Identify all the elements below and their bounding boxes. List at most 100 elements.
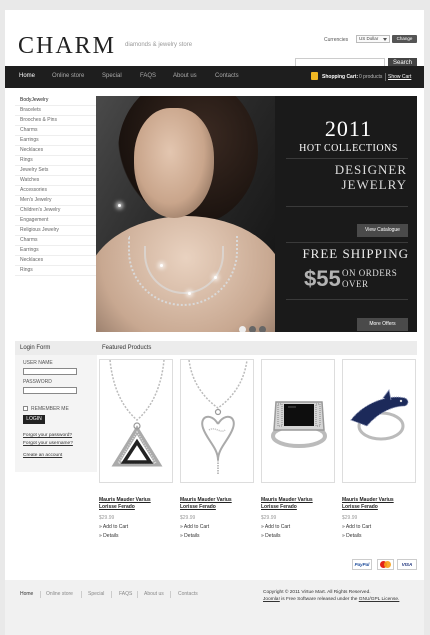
category-item[interactable]: Charms <box>15 236 97 246</box>
category-item[interactable]: Accessories <box>15 186 97 196</box>
add-to-cart-link[interactable]: » Add to Cart <box>180 524 254 530</box>
nav-contacts[interactable]: Contacts <box>215 73 239 79</box>
cart-divider <box>385 73 386 81</box>
remember-me-checkbox[interactable] <box>23 406 28 411</box>
hero-banner: 2011 HOT COLLECTIONS DESIGNER JEWELRY Vi… <box>96 96 417 332</box>
nav-faqs[interactable]: FAQS <box>140 73 156 79</box>
category-list: BodyJewelry Bracelets Brooches & Pins Ch… <box>15 96 97 276</box>
details-link[interactable]: » Details <box>180 533 254 539</box>
more-offers-button[interactable]: More Offers <box>357 318 408 331</box>
heart-pendant-icon[interactable] <box>180 359 254 483</box>
category-item[interactable]: Children's Jewelry <box>15 206 97 216</box>
nav-special[interactable]: Special <box>102 73 122 79</box>
dolphin-ring-icon[interactable] <box>342 359 416 483</box>
change-currency-button[interactable]: Change <box>392 35 417 43</box>
category-item[interactable]: Jewelry Sets <box>15 166 97 176</box>
remember-me-label: REMEMBER ME <box>31 406 69 412</box>
forgot-username-link[interactable]: Forgot your username? <box>23 441 73 446</box>
nav-online-store[interactable]: Online store <box>52 73 84 79</box>
cart-label: Shopping Cart: <box>322 74 359 80</box>
currency-value: US Dollar <box>359 36 379 41</box>
banner-divider <box>286 158 408 159</box>
category-item[interactable]: Earrings <box>15 246 97 256</box>
product-name[interactable]: Mauris Mauder Varius Lorisse Ferado <box>99 497 173 511</box>
logo[interactable]: CHARM <box>18 33 116 60</box>
slider-dot[interactable] <box>259 326 266 332</box>
category-item[interactable]: Rings <box>15 266 97 276</box>
banner-year: 2011 <box>324 116 373 141</box>
joomla-link[interactable]: Joomla! <box>263 597 280 602</box>
create-account-link[interactable]: Create an account <box>23 453 62 458</box>
on-orders-text: ON ORDERS <box>342 268 398 278</box>
category-item[interactable]: Bracelets <box>15 106 97 116</box>
category-item[interactable]: Religious Jewelry <box>15 226 97 236</box>
category-item[interactable]: Earrings <box>15 136 97 146</box>
footer-about-us[interactable]: About us <box>144 591 164 597</box>
username-label: USER NAME <box>23 360 53 366</box>
product-price: $29.99 <box>99 515 115 521</box>
view-catalogue-button[interactable]: View Catalogue <box>357 224 408 237</box>
page: CHARM diamonds & jewelry store Currencie… <box>5 10 424 635</box>
footer-home[interactable]: Home <box>20 591 33 597</box>
category-item[interactable]: Watches <box>15 176 97 186</box>
product-name[interactable]: Mauris Mauder Varius Lorisse Ferado <box>180 497 254 511</box>
currencies-label: Currencies <box>324 37 349 43</box>
nav-about-us[interactable]: About us <box>173 73 197 79</box>
gpl-license-link[interactable]: GNU/GPL License. <box>359 597 400 602</box>
footer-contacts[interactable]: Contacts <box>178 591 198 597</box>
product-price: $29.99 <box>342 515 358 521</box>
add-to-cart-link[interactable]: » Add to Cart <box>99 524 173 530</box>
nav-home[interactable]: Home <box>19 73 35 79</box>
triangle-pendant-icon[interactable] <box>99 359 173 483</box>
currency-select[interactable]: US Dollar <box>356 35 390 43</box>
product-name[interactable]: Mauris Mauder Varius Lorisse Ferado <box>342 497 416 511</box>
ring-icon[interactable] <box>261 359 335 483</box>
category-item[interactable]: Men's Jewelry <box>15 196 97 206</box>
details-link[interactable]: » Details <box>99 533 173 539</box>
username-field[interactable] <box>23 368 77 375</box>
product-price: $29.99 <box>180 515 196 521</box>
login-button[interactable]: LOGIN <box>23 415 45 424</box>
footer-online-store[interactable]: Online store <box>46 591 73 597</box>
category-item[interactable]: Rings <box>15 156 97 166</box>
mastercard-icon <box>377 559 394 570</box>
forgot-password-link[interactable]: Forgot your password? <box>23 433 72 438</box>
visa-icon: VISA <box>397 559 417 570</box>
add-to-cart-link[interactable]: » Add to Cart <box>261 524 335 530</box>
over-text: OVER <box>342 279 369 289</box>
slider-dot[interactable] <box>249 326 256 332</box>
main-nav: Home Online store Special FAQS About us … <box>5 66 424 88</box>
banner-divider <box>286 242 408 243</box>
shopping-bag-icon[interactable] <box>311 72 318 80</box>
login-form: USER NAME PASSWORD REMEMBER ME LOGIN For… <box>15 355 97 472</box>
footer-faqs[interactable]: FAQS <box>119 591 132 597</box>
product-name[interactable]: Mauris Mauder Varius Lorisse Ferado <box>261 497 335 511</box>
login-form-title: Login Form <box>15 341 97 355</box>
add-to-cart-link[interactable]: » Add to Cart <box>342 524 416 530</box>
product-card: Mauris Mauder Varius Lorisse Ferado $29.9… <box>261 359 335 539</box>
shipping-price: $55 <box>304 266 341 291</box>
on-orders-over: ON ORDERS OVER <box>342 268 397 290</box>
category-item[interactable]: Engagement <box>15 216 97 226</box>
free-shipping-heading: FREE SHIPPING <box>302 246 409 261</box>
category-item[interactable]: Necklaces <box>15 256 97 266</box>
copyright-line: Copyright © 2011 Virtue Mart. All Rights… <box>263 590 371 595</box>
details-link[interactable]: » Details <box>342 533 416 539</box>
category-item[interactable]: Necklaces <box>15 146 97 156</box>
category-item[interactable]: Charms <box>15 126 97 136</box>
details-link[interactable]: » Details <box>261 533 335 539</box>
footer-special[interactable]: Special <box>88 591 104 597</box>
banner-designer-jewelry: DESIGNER JEWELRY <box>286 162 407 192</box>
category-item[interactable]: Brooches & Pins <box>15 116 97 126</box>
footer: Home Online store Special FAQS About us … <box>5 580 424 635</box>
banner-hot-collections: HOT COLLECTIONS <box>299 143 398 154</box>
copyright: Copyright © 2011 Virtue Mart. All Rights… <box>263 589 399 603</box>
category-item[interactable]: BodyJewelry <box>15 96 97 106</box>
banner-divider <box>286 206 408 207</box>
slider-dot[interactable] <box>239 326 246 332</box>
banner-designer-line2: JEWELRY <box>341 177 407 192</box>
password-field[interactable] <box>23 387 77 394</box>
show-cart-link[interactable]: Show Cart <box>388 74 411 80</box>
banner-heading: 2011 HOT COLLECTIONS <box>291 116 406 154</box>
product-card: Mauris Mauder Varius Lorisse Ferado $29.9… <box>180 359 254 539</box>
